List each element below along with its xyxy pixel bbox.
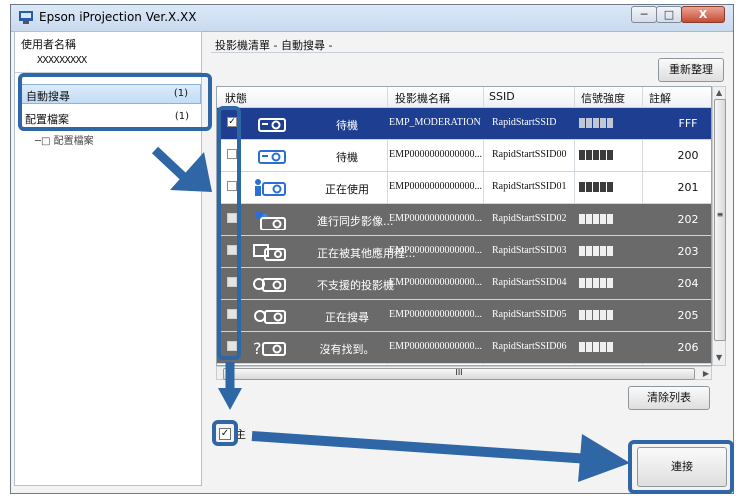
arrow-list-to-checkbox	[218, 362, 242, 410]
arrow-checkbox-to-connect	[251, 431, 630, 482]
guide-arrows	[151, 146, 630, 482]
arrow-sidebar-to-list	[151, 146, 212, 192]
